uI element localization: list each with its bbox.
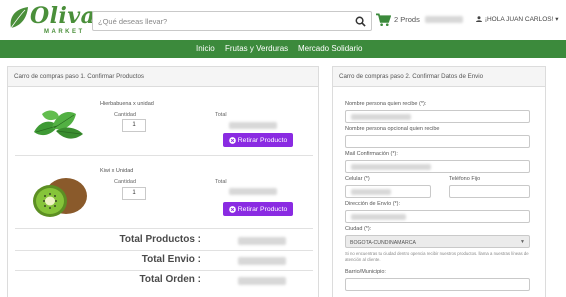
price-redacted xyxy=(229,122,277,129)
search-box xyxy=(92,11,372,31)
total-label: Total xyxy=(215,112,227,118)
logo[interactable]: Oliva MARKET xyxy=(8,3,95,38)
user-icon xyxy=(476,16,482,22)
district-label: Barrio/Municipio: xyxy=(345,269,386,275)
total-shipping-label: Total Envio : xyxy=(141,254,201,265)
total-order-redacted xyxy=(238,277,286,285)
kiwi-image xyxy=(33,178,87,217)
divider xyxy=(15,228,313,229)
product-name: Hierbabuena x unidad xyxy=(100,101,154,107)
optional-name-label: Nombre persona opcional quien recibe xyxy=(345,126,440,132)
nav-item-mercado-solidario[interactable]: Mercado Solidario xyxy=(298,44,362,53)
total-label: Total xyxy=(215,179,227,185)
remove-product-button[interactable]: Retirar Producto xyxy=(223,202,293,216)
optional-name-field[interactable] xyxy=(345,135,530,148)
quantity-label: Cantidad xyxy=(114,179,137,185)
mobile-label: Celular (*) xyxy=(345,176,370,182)
leaf-icon xyxy=(10,7,28,29)
mail-field[interactable] xyxy=(345,160,530,173)
cart-total-redacted xyxy=(425,16,463,23)
nav-item-inicio[interactable]: Inicio xyxy=(196,44,215,53)
remove-product-label: Retirar Producto xyxy=(237,136,288,144)
cart-products-panel: Carro de compras paso 1. Confirmar Produ… xyxy=(7,66,319,297)
main-nav: Inicio Frutas y Verduras Mercado Solidar… xyxy=(0,40,566,58)
price-redacted xyxy=(229,188,277,195)
user-greeting: ¡HOLA JUAN CARLOS! xyxy=(484,16,554,23)
quantity-input[interactable]: 1 xyxy=(122,187,146,200)
logo-text: Oliva xyxy=(30,3,96,29)
header: Oliva MARKET 2 Prods ¡HOLA JUAN CARLOS! … xyxy=(0,0,566,40)
redacted-value xyxy=(351,114,411,120)
user-menu[interactable]: ¡HOLA JUAN CARLOS! ▾ xyxy=(476,15,559,23)
cart-count: 2 Prods xyxy=(394,15,420,24)
district-field[interactable] xyxy=(345,278,530,291)
delivery-panel: Carro de compras paso 2. Confirmar Datos… xyxy=(332,66,546,297)
total-shipping-redacted xyxy=(238,257,286,265)
nav-item-frutas-verduras[interactable]: Frutas y Verduras xyxy=(225,44,288,53)
cart-icon[interactable] xyxy=(376,13,391,27)
divider xyxy=(15,250,313,251)
caret-down-icon: ▼ xyxy=(520,239,525,245)
remove-circle-icon xyxy=(228,205,236,213)
redacted-value xyxy=(351,214,406,220)
mail-label: Mail Confirmación (*): xyxy=(345,151,398,157)
remove-product-button[interactable]: Retirar Producto xyxy=(223,133,293,147)
redacted-value xyxy=(351,164,431,170)
quantity-input[interactable]: 1 xyxy=(122,119,146,132)
divider xyxy=(15,155,313,156)
city-note: Si no encuentras tu ciudad dentro openci… xyxy=(345,251,529,262)
search-icon[interactable] xyxy=(355,16,366,27)
remove-product-label: Retirar Producto xyxy=(237,205,288,213)
mobile-field[interactable] xyxy=(345,185,431,198)
receiver-name-field[interactable] xyxy=(345,110,530,123)
city-select[interactable]: BOGOTA-CUNDINAMARCA ▼ xyxy=(345,235,530,248)
chevron-down-icon: ▾ xyxy=(555,16,559,23)
receiver-name-label: Nombre persona quien recibe (*): xyxy=(345,101,427,107)
address-label: Dirección de Envío (*): xyxy=(345,201,401,207)
cart-products-title: Carro de compras paso 1. Confirmar Produ… xyxy=(8,67,318,87)
remove-circle-icon xyxy=(228,136,236,144)
logo-subtitle: MARKET xyxy=(44,29,85,35)
phone-label: Teléfono Fijo xyxy=(449,176,481,182)
address-field[interactable] xyxy=(345,210,530,223)
total-products-label: Total Productos : xyxy=(119,234,201,245)
delivery-title: Carro de compras paso 2. Confirmar Datos… xyxy=(333,67,545,87)
city-select-value: BOGOTA-CUNDINAMARCA xyxy=(350,240,416,246)
total-order-label: Total Orden : xyxy=(139,274,201,285)
city-label: Ciudad (*): xyxy=(345,226,372,232)
redacted-value xyxy=(351,189,391,195)
total-products-redacted xyxy=(238,237,286,245)
search-input[interactable] xyxy=(98,15,348,28)
quantity-label: Cantidad xyxy=(114,112,137,118)
mint-image xyxy=(34,110,83,139)
product-name: Kiwi x Unidad xyxy=(100,168,134,174)
divider xyxy=(15,270,313,271)
phone-field[interactable] xyxy=(449,185,530,198)
